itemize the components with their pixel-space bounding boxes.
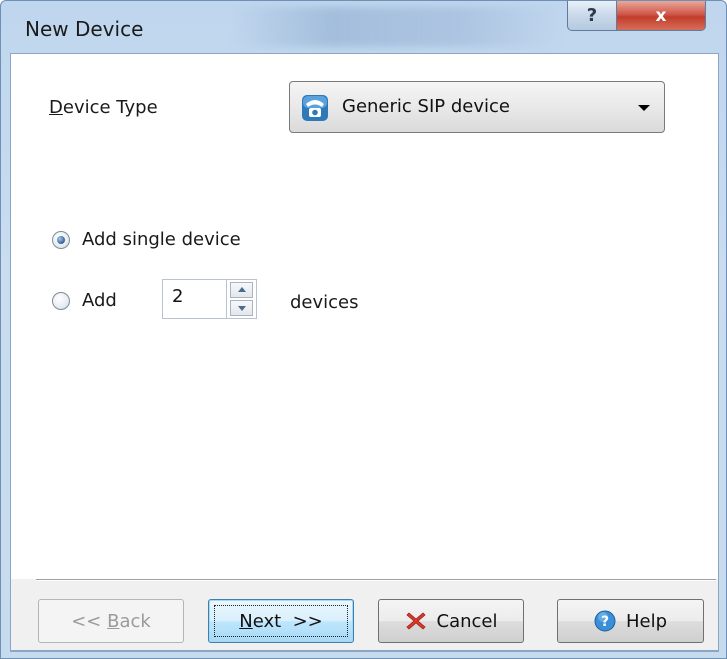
device-count-spinner bbox=[226, 279, 257, 319]
back-button[interactable]: << Back bbox=[38, 599, 184, 643]
add-multiple-devices-radio[interactable] bbox=[52, 292, 70, 310]
help-button-label: Help bbox=[625, 610, 668, 632]
title-bar[interactable]: New Device ? x bbox=[1, 1, 726, 53]
bottom-separator bbox=[36, 579, 716, 581]
device-count-input[interactable]: 2 bbox=[162, 279, 226, 319]
device-type-label-rest: evice Type bbox=[62, 97, 158, 118]
question-mark-icon: ? bbox=[586, 5, 598, 26]
device-type-label: Device Type bbox=[49, 97, 158, 118]
cancel-button-label: Cancel bbox=[436, 610, 498, 632]
title-bar-background-blur bbox=[231, 7, 561, 47]
spin-up-button[interactable] bbox=[230, 282, 253, 298]
question-icon: ? bbox=[594, 610, 616, 632]
red-x-icon bbox=[405, 612, 426, 630]
close-icon: x bbox=[655, 5, 667, 26]
focus-rectangle bbox=[214, 605, 348, 637]
device-type-accel: D bbox=[49, 97, 63, 118]
svg-text:?: ? bbox=[601, 614, 609, 630]
back-button-rest: ack bbox=[119, 610, 151, 632]
devices-suffix-label: devices bbox=[290, 292, 359, 313]
dropdown-arrow-icon bbox=[638, 105, 650, 111]
back-button-prefix: << bbox=[71, 610, 108, 632]
device-type-dropdown[interactable]: Generic SIP device bbox=[289, 81, 665, 133]
title-help-button[interactable]: ? bbox=[567, 1, 617, 31]
telephone-icon bbox=[302, 95, 328, 121]
new-device-dialog: New Device ? x Device Type Generic SIP d… bbox=[0, 0, 727, 659]
device-type-selected: Generic SIP device bbox=[342, 96, 510, 117]
help-button[interactable]: ? Help bbox=[557, 599, 704, 643]
add-single-device-radio[interactable] bbox=[52, 231, 70, 249]
add-multiple-label[interactable]: Add bbox=[82, 290, 117, 311]
next-button[interactable]: Next >> bbox=[208, 599, 354, 643]
title-close-button[interactable]: x bbox=[616, 1, 706, 31]
cancel-button[interactable]: Cancel bbox=[378, 599, 524, 643]
add-single-device-label[interactable]: Add single device bbox=[82, 229, 241, 250]
back-button-accel: B bbox=[107, 610, 120, 632]
window-title: New Device bbox=[25, 17, 144, 41]
spin-down-button[interactable] bbox=[230, 300, 253, 316]
dialog-client-area bbox=[10, 53, 719, 652]
